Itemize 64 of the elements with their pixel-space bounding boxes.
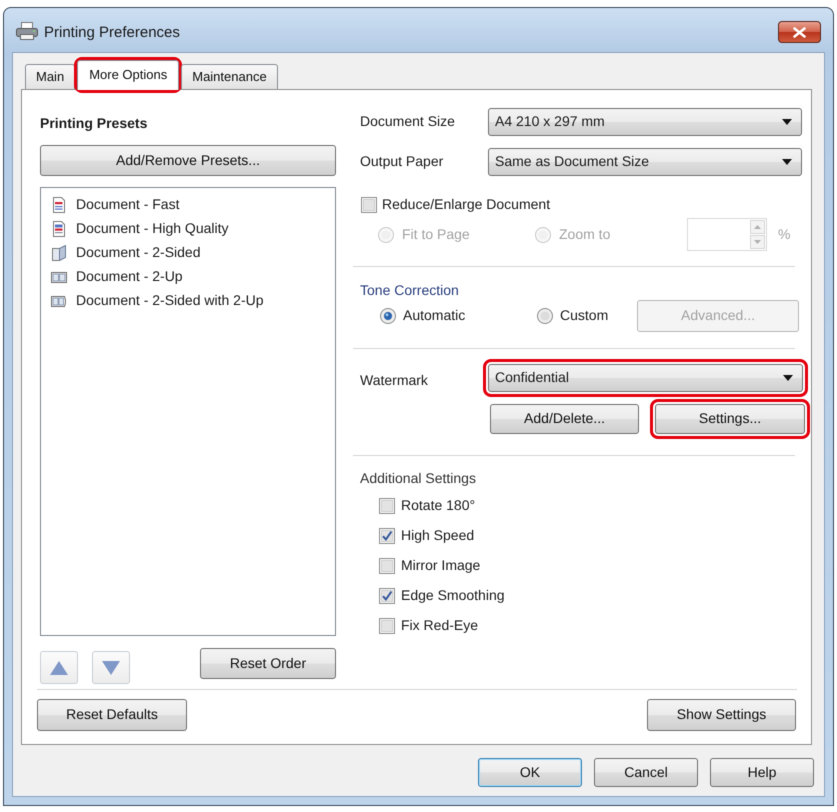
add-remove-presets-button[interactable]: Add/Remove Presets... bbox=[40, 145, 336, 176]
preset-item[interactable]: Document - 2-Sided bbox=[41, 241, 335, 265]
two-panel-page-icon bbox=[51, 269, 67, 285]
tab[interactable]: Main bbox=[25, 64, 76, 89]
checkbox[interactable] bbox=[379, 558, 395, 574]
section-heading: Tone Correction bbox=[359, 281, 460, 300]
radio-button[interactable] bbox=[380, 308, 396, 324]
close-button[interactable] bbox=[778, 21, 821, 43]
printer-icon bbox=[16, 22, 38, 40]
checkbox-label: Rotate 180° bbox=[401, 497, 476, 515]
preset-item[interactable]: Document - 2-Sided with 2-Up bbox=[41, 289, 335, 313]
section-heading: Additional Settings bbox=[359, 469, 477, 488]
section-heading: Printing Presets bbox=[40, 114, 148, 133]
preset-item[interactable]: Document - 2-Up bbox=[41, 265, 335, 289]
dropdown[interactable]: Same as Document Size bbox=[488, 148, 802, 176]
checkbox-label: Fix Red-Eye bbox=[401, 617, 478, 635]
triangle-up-icon bbox=[50, 660, 68, 674]
reset-order-button[interactable]: Reset Order bbox=[200, 648, 336, 679]
checkbox[interactable] bbox=[361, 197, 377, 213]
radio-label: Zoom to bbox=[559, 226, 610, 244]
document-icon bbox=[51, 221, 67, 237]
caret-icon bbox=[782, 159, 792, 165]
field-label: Document Size bbox=[360, 113, 456, 131]
reset-defaults-button[interactable]: Reset Defaults bbox=[37, 699, 187, 731]
help-button[interactable]: Help bbox=[710, 758, 814, 787]
presets-list[interactable]: Document - Fast Document - High Quality Document - 2-Sided Document - 2-Up Document - 2-Sided with 2-Up bbox=[40, 187, 336, 636]
checkbox-label: Reduce/Enlarge Document bbox=[382, 196, 550, 214]
folded-page-icon bbox=[51, 245, 67, 261]
dropdown[interactable]: Confidential bbox=[488, 364, 803, 392]
radio-button[interactable] bbox=[537, 308, 553, 324]
caret-icon bbox=[782, 119, 792, 125]
tab[interactable]: More Options bbox=[77, 60, 180, 90]
checkbox[interactable] bbox=[379, 588, 395, 604]
settings-button[interactable]: Settings... bbox=[655, 404, 805, 434]
radio-label: Custom bbox=[560, 307, 608, 325]
radio-label: Fit to Page bbox=[402, 226, 470, 244]
checkbox-label: High Speed bbox=[401, 527, 474, 545]
cancel-button[interactable]: Cancel bbox=[594, 758, 698, 787]
window-title: Printing Preferences bbox=[44, 23, 180, 43]
triangle-down-icon bbox=[102, 660, 120, 674]
tab[interactable]: Maintenance bbox=[181, 64, 278, 89]
unit-label: % bbox=[778, 226, 790, 244]
triangle-down-icon bbox=[754, 240, 761, 244]
preset-item[interactable]: Document - High Quality bbox=[41, 217, 335, 241]
checkbox[interactable] bbox=[379, 498, 395, 514]
move-up-button[interactable] bbox=[40, 651, 78, 684]
two-panel-page-icon bbox=[51, 293, 67, 309]
radio-label: Automatic bbox=[403, 307, 466, 325]
triangle-up-icon bbox=[754, 225, 761, 229]
add-delete-button[interactable]: Add/Delete... bbox=[490, 404, 639, 434]
show-settings-button[interactable]: Show Settings bbox=[647, 699, 796, 731]
move-down-button[interactable] bbox=[92, 651, 130, 684]
preset-item[interactable]: Document - Fast bbox=[41, 193, 335, 217]
document-icon bbox=[51, 197, 67, 213]
ok-button[interactable]: OK bbox=[478, 758, 582, 787]
close-icon bbox=[793, 26, 806, 38]
checkbox[interactable] bbox=[379, 618, 395, 634]
caret-icon bbox=[783, 374, 793, 380]
field-label: Watermark bbox=[360, 372, 429, 390]
dropdown[interactable]: A4 210 x 297 mm bbox=[488, 108, 802, 136]
field-label: Output Paper bbox=[360, 153, 444, 171]
checkbox-label: Mirror Image bbox=[401, 557, 480, 575]
checkbox[interactable] bbox=[379, 528, 395, 544]
checkbox-label: Edge Smoothing bbox=[401, 587, 505, 605]
